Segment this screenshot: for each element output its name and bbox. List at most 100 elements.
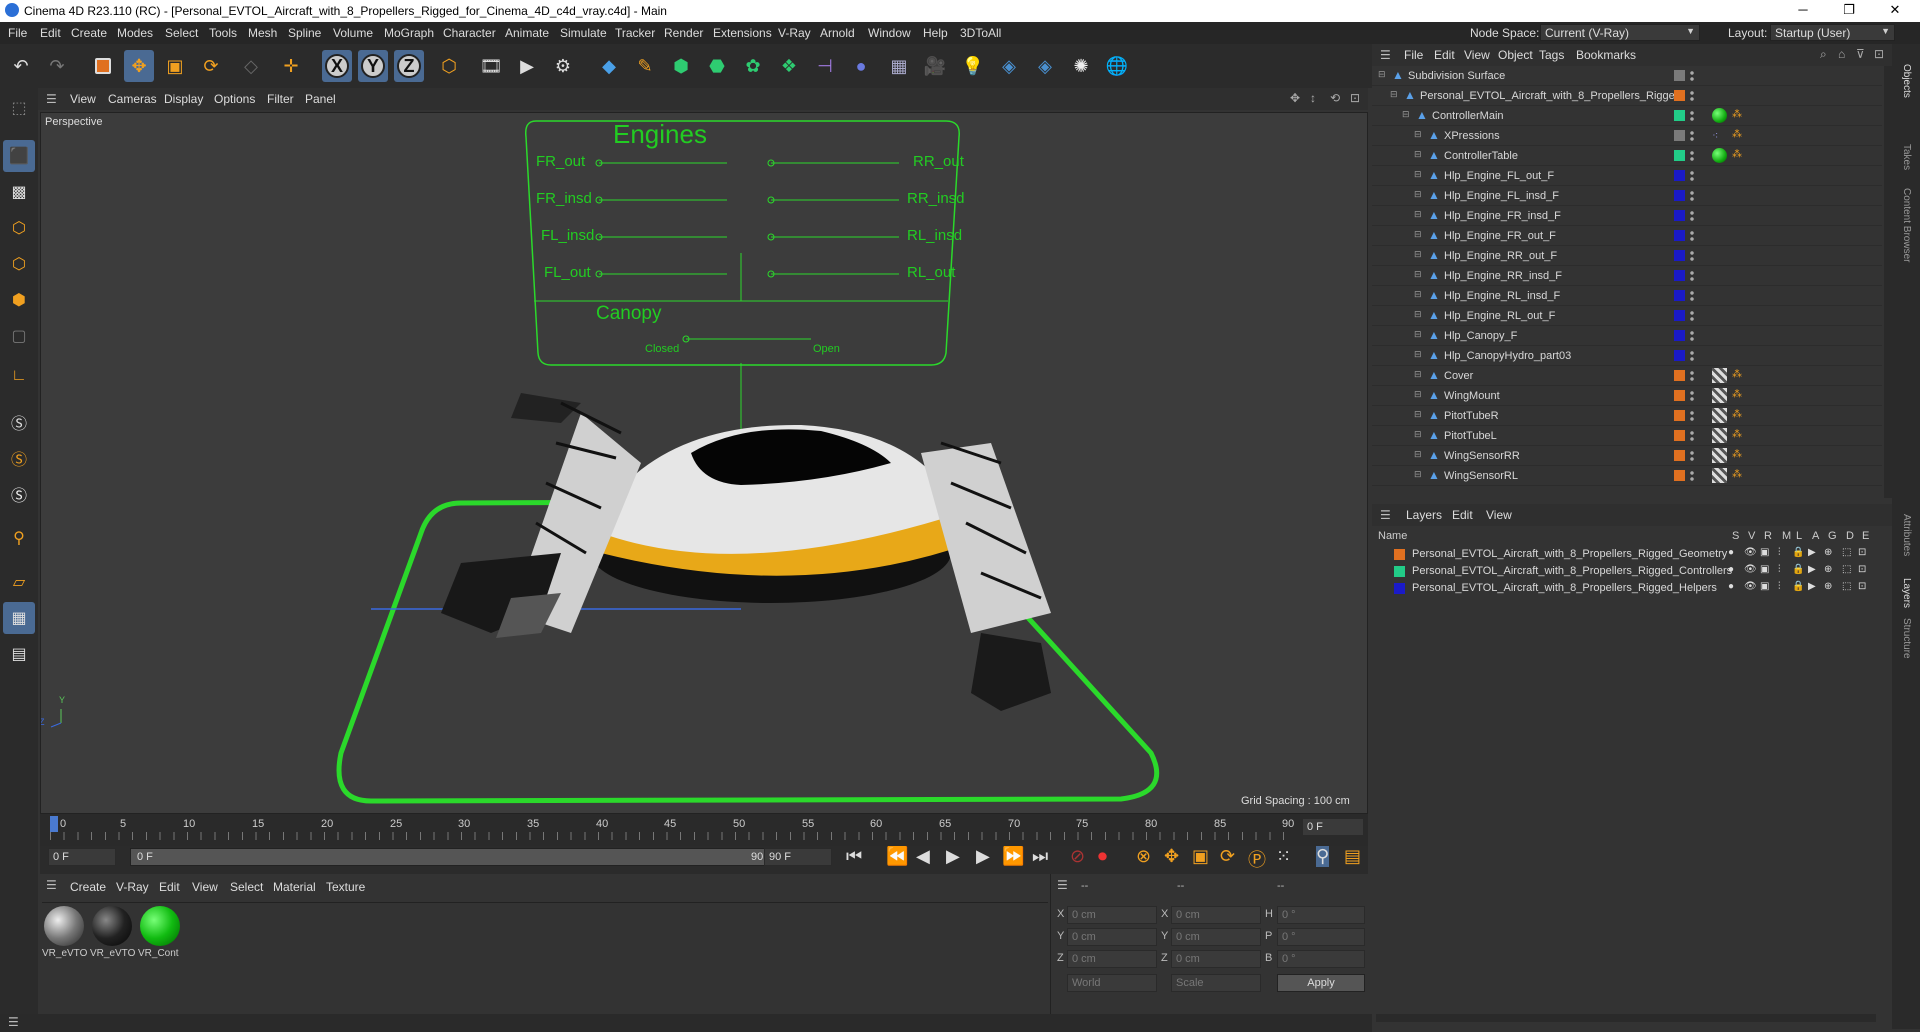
mat-menu-create[interactable]: Create (70, 880, 106, 894)
expand-icon[interactable]: ⊟ (1414, 309, 1422, 320)
layer-color-swatch[interactable] (1674, 250, 1685, 261)
solo-icon[interactable]: ● (1728, 581, 1734, 592)
expand-icon[interactable]: ⊟ (1414, 349, 1422, 360)
expressions-icon[interactable]: ⊡ (1858, 564, 1866, 575)
rot-h-field[interactable]: 0 ° (1277, 906, 1365, 924)
visible-icon[interactable]: 👁 (1744, 564, 1757, 575)
lm-menu-layers[interactable]: Layers (1406, 508, 1442, 522)
generators-icon[interactable]: ⊕ (1824, 564, 1832, 575)
visibility-dots-icon[interactable] (1690, 430, 1694, 442)
points-mode-icon[interactable]: ⬡ (3, 212, 35, 244)
layout-dropdown[interactable]: Startup (User) ▼ (1770, 24, 1895, 41)
visibility-dots-icon[interactable] (1690, 290, 1694, 302)
visibility-dots-icon[interactable] (1690, 370, 1694, 382)
render-region-icon[interactable]: 🎞 (476, 50, 506, 82)
visibility-dots-icon[interactable] (1690, 450, 1694, 462)
material-tag-icon[interactable] (1712, 148, 1727, 163)
mat-menu-edit[interactable]: Edit (159, 880, 180, 894)
layer-color-swatch[interactable] (1674, 170, 1685, 181)
texture-tag-icon[interactable] (1712, 468, 1727, 483)
hamburger-icon[interactable]: ☰ (8, 1015, 19, 1029)
subdivision-icon[interactable]: ⬢ (666, 50, 696, 82)
visible-icon[interactable]: 👁 (1744, 581, 1757, 592)
layer-color-swatch[interactable] (1674, 450, 1685, 461)
object-row[interactable]: ⊟ ▲ WingSensorRL ⁂ (1372, 466, 1882, 486)
menu-mograph[interactable]: MoGraph (384, 26, 434, 40)
layer-color-swatch[interactable] (1674, 110, 1685, 121)
expand-icon[interactable]: ⊟ (1390, 89, 1398, 100)
render-view-icon[interactable]: ▶ (512, 50, 542, 82)
visibility-dots-icon[interactable] (1690, 110, 1694, 122)
visibility-dots-icon[interactable] (1690, 250, 1694, 262)
protection-tag-icon[interactable]: ⁂ (1732, 389, 1742, 400)
make-editable-icon[interactable]: ⬚ (3, 92, 35, 124)
visibility-dots-icon[interactable] (1690, 190, 1694, 202)
mat-menu-material[interactable]: Material (273, 880, 316, 894)
menu-arnold[interactable]: Arnold (820, 26, 855, 40)
move-icon[interactable]: ✥ (124, 50, 154, 82)
expand-icon[interactable]: ⊟ (1414, 449, 1422, 460)
polygons-mode-icon[interactable]: ⬢ (3, 284, 35, 316)
layer-color-swatch[interactable] (1674, 390, 1685, 401)
lock-icon[interactable]: 🔒 (1792, 581, 1804, 592)
object-row[interactable]: ⊟ ▲ PitotTubeR ⁂ (1372, 406, 1882, 426)
manager-icon[interactable]: ⫶ (1778, 581, 1781, 592)
pos-z-field[interactable]: 0 cm (1067, 950, 1157, 968)
coordinate-system-icon[interactable]: ⬡ (434, 50, 464, 82)
motion-path-icon[interactable]: ⚲ (1316, 846, 1330, 867)
layer-color-swatch[interactable] (1674, 70, 1685, 81)
vp-menu-options[interactable]: Options (214, 92, 255, 106)
expand-icon[interactable]: ⊟ (1414, 169, 1422, 180)
layer-color-swatch[interactable] (1674, 90, 1685, 101)
minimize-icon[interactable]: ─ (1780, 2, 1826, 17)
animation-icon[interactable]: ▶ (1808, 547, 1816, 558)
field-icon[interactable]: ● (846, 50, 876, 82)
floor-icon[interactable]: ▦ (884, 50, 914, 82)
layer-color-swatch[interactable] (1674, 270, 1685, 281)
object-row[interactable]: ⊟ ▲ Hlp_Engine_FR_insd_F (1372, 206, 1882, 226)
search-icon[interactable]: ⌕ (1820, 47, 1827, 62)
pos-y-field[interactable]: 0 cm (1067, 928, 1157, 946)
hud-fl-insd[interactable]: FL_insd (541, 227, 594, 244)
render-settings-icon[interactable]: ⚙ (548, 50, 578, 82)
key-pla-icon[interactable]: ⁙ (1276, 846, 1291, 867)
generators-icon[interactable]: ⊕ (1824, 581, 1832, 592)
expand-icon[interactable]: ⊟ (1414, 149, 1422, 160)
autokey-icon[interactable]: ⏺ (1098, 846, 1107, 867)
model-mode-icon[interactable]: ⬛ (3, 140, 35, 172)
layer-row[interactable]: Personal_EVTOL_Aircraft_with_8_Propeller… (1372, 546, 1892, 563)
protection-tag-icon[interactable]: ⁂ (1732, 109, 1742, 120)
visibility-dots-icon[interactable] (1690, 410, 1694, 422)
layer-color-swatch[interactable] (1674, 350, 1685, 361)
menu-simulate[interactable]: Simulate (560, 26, 607, 40)
size-x-field[interactable]: 0 cm (1171, 906, 1261, 924)
layer-color-swatch[interactable] (1394, 566, 1405, 577)
hud-rr-out[interactable]: RR_out (913, 153, 964, 170)
key-param-icon[interactable]: Ⓟ (1248, 846, 1266, 872)
manager-icon[interactable]: ⫶ (1778, 547, 1781, 558)
hamburger-icon[interactable]: ☰ (1380, 508, 1391, 522)
tab-layers[interactable]: Layers (1901, 578, 1912, 608)
tab-objects[interactable]: Objects (1901, 64, 1912, 98)
texture-tag-icon[interactable] (1712, 448, 1727, 463)
next-key-icon[interactable]: ⏩ (1002, 846, 1024, 867)
rot-p-field[interactable]: 0 ° (1277, 928, 1365, 946)
home-icon[interactable]: ⌂ (1838, 47, 1845, 61)
visibility-dots-icon[interactable] (1690, 170, 1694, 182)
menu-spline[interactable]: Spline (288, 26, 321, 40)
hamburger-icon[interactable]: ☰ (46, 92, 57, 106)
tab-takes[interactable]: Takes (1901, 144, 1912, 170)
python-icon[interactable]: ◈ (994, 50, 1024, 82)
object-row[interactable]: ⊟ ▲ XPressions ⁖ ⁂ (1372, 126, 1882, 146)
hud-rl-out[interactable]: RL_out (907, 264, 955, 281)
visibility-dots-icon[interactable] (1690, 150, 1694, 162)
python-script-icon[interactable]: ◈ (1030, 50, 1060, 82)
visible-icon[interactable]: 👁 (1744, 547, 1757, 558)
layer-color-swatch[interactable] (1674, 230, 1685, 241)
visibility-dots-icon[interactable] (1690, 270, 1694, 282)
om-menu-file[interactable]: File (1404, 48, 1423, 62)
dolly-icon[interactable]: ↕ (1310, 91, 1316, 105)
menu-3dtoall[interactable]: 3DToAll (960, 26, 1001, 40)
vp-menu-filter[interactable]: Filter (267, 92, 294, 106)
y-axis-lock-icon[interactable]: Y (358, 50, 388, 82)
